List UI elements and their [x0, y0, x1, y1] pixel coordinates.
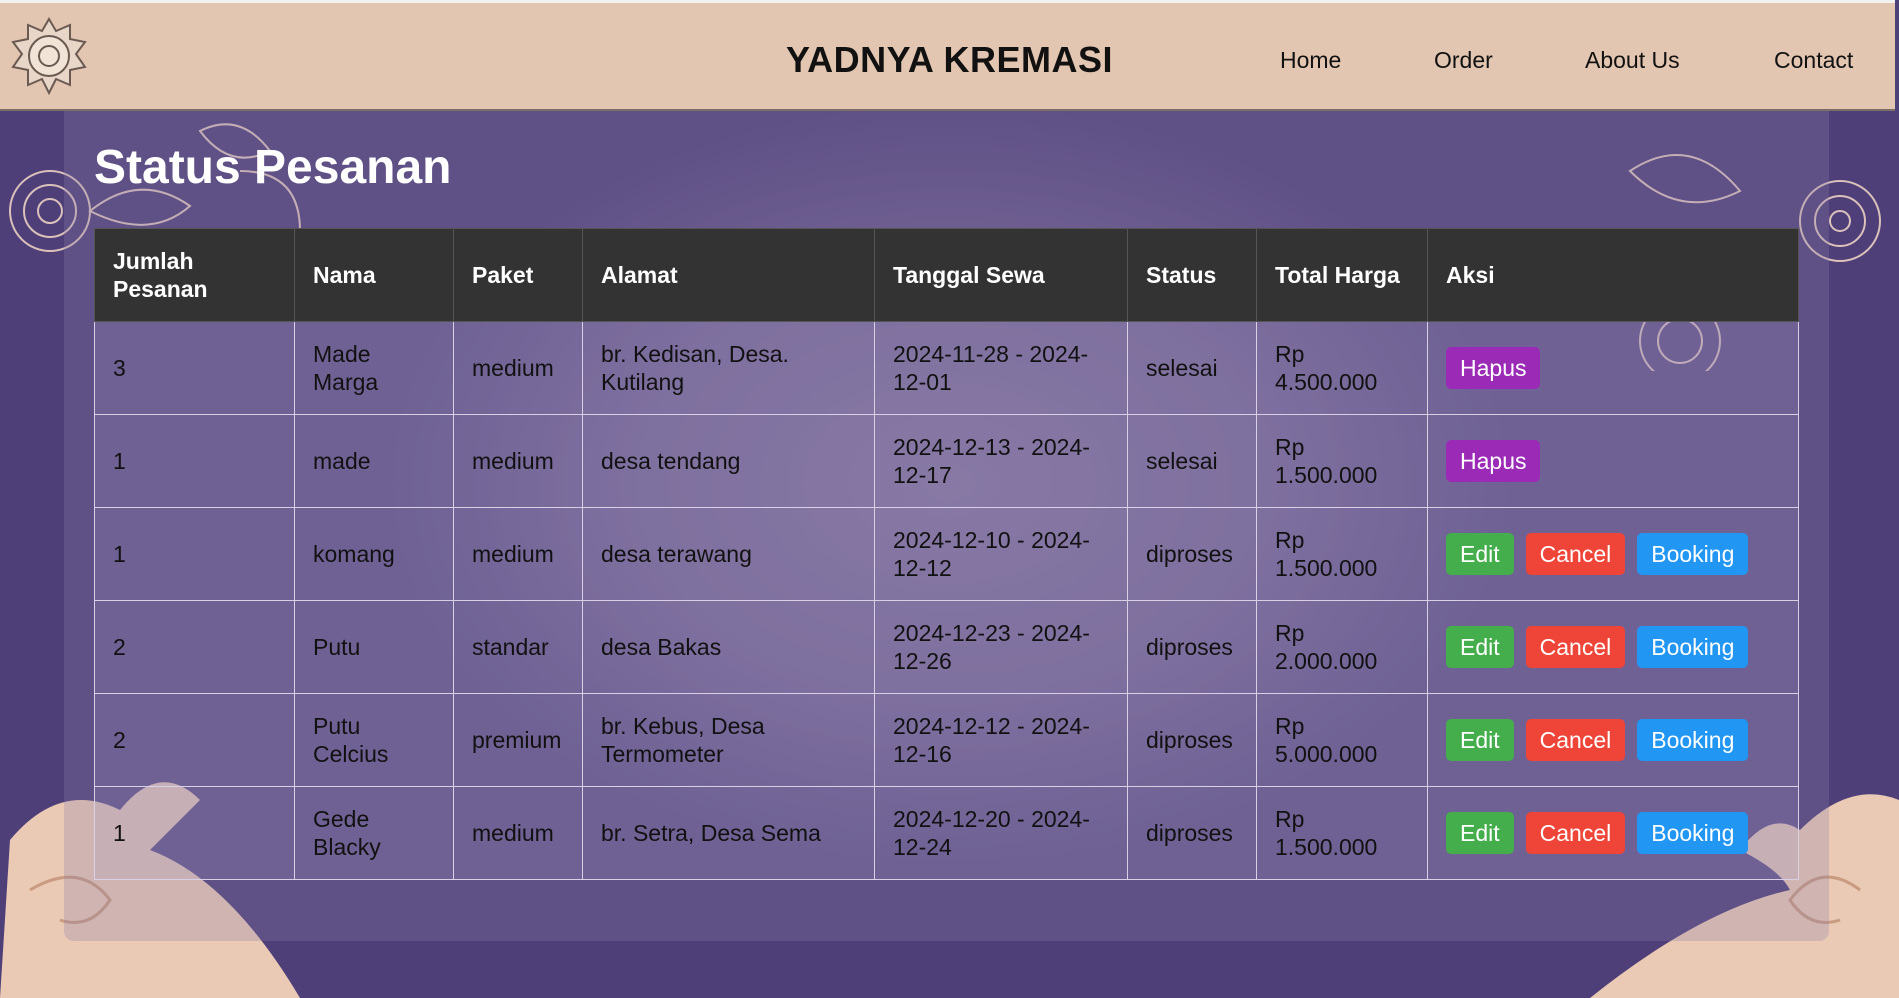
cell-paket: premium — [453, 693, 583, 787]
page-title: Status Pesanan — [94, 141, 452, 194]
cell-nama: Putu — [294, 600, 454, 694]
cell-status: selesai — [1127, 321, 1257, 415]
booking-button[interactable]: Booking — [1637, 719, 1749, 761]
table-row: 1 komang medium desa terawang 2024-12-10 - 2… — [94, 507, 1799, 601]
cell-aksi: Edit Cancel Booking — [1427, 600, 1799, 694]
nav-contact[interactable]: Contact — [1774, 47, 1853, 74]
cell-nama: Putu Celcius — [294, 693, 454, 787]
cell-total: Rp 5.000.000 — [1256, 693, 1428, 787]
col-paket: Paket — [453, 228, 583, 322]
edit-button[interactable]: Edit — [1446, 719, 1514, 761]
cell-total: Rp 1.500.000 — [1256, 507, 1428, 601]
cell-aksi: Edit Cancel Booking — [1427, 786, 1799, 880]
cell-total: Rp 1.500.000 — [1256, 786, 1428, 880]
cell-alamat: br. Setra, Desa Sema — [582, 786, 875, 880]
cell-aksi: Edit Cancel Booking — [1427, 693, 1799, 787]
edit-button[interactable]: Edit — [1446, 533, 1514, 575]
cell-tanggal: 2024-11-28 - 2024-12-01 — [874, 321, 1128, 415]
col-status: Status — [1127, 228, 1257, 322]
cell-paket: medium — [453, 507, 583, 601]
table-header-row: Jumlah Pesanan Nama Paket Alamat Tanggal… — [94, 228, 1799, 322]
cancel-button[interactable]: Cancel — [1525, 812, 1626, 854]
cell-tanggal: 2024-12-23 - 2024-12-26 — [874, 600, 1128, 694]
nav-order[interactable]: Order — [1434, 47, 1493, 74]
cell-status: selesai — [1127, 414, 1257, 508]
table-row: 1 Gede Blacky medium br. Setra, Desa Sema 20… — [94, 786, 1799, 880]
cell-alamat: desa tendang — [582, 414, 875, 508]
cell-tanggal: 2024-12-20 - 2024-12-24 — [874, 786, 1128, 880]
cell-alamat: desa terawang — [582, 507, 875, 601]
cell-status: diproses — [1127, 693, 1257, 787]
cell-status: diproses — [1127, 507, 1257, 601]
hapus-button[interactable]: Hapus — [1446, 347, 1541, 389]
cell-tanggal: 2024-12-12 - 2024-12-16 — [874, 693, 1128, 787]
col-alamat: Alamat — [582, 228, 875, 322]
cell-total: Rp 4.500.000 — [1256, 321, 1428, 415]
cell-paket: medium — [453, 414, 583, 508]
cell-nama: Gede Blacky — [294, 786, 454, 880]
cell-paket: medium — [453, 786, 583, 880]
cell-status: diproses — [1127, 600, 1257, 694]
booking-button[interactable]: Booking — [1637, 812, 1749, 854]
col-nama: Nama — [294, 228, 454, 322]
cell-aksi: Hapus — [1427, 414, 1799, 508]
col-aksi: Aksi — [1427, 228, 1799, 322]
cell-aksi: Hapus — [1427, 321, 1799, 415]
cell-tanggal: 2024-12-10 - 2024-12-12 — [874, 507, 1128, 601]
cell-nama: made — [294, 414, 454, 508]
cell-jumlah: 1 — [94, 414, 295, 508]
table-row: 1 made medium desa tendang 2024-12-13 - 2024… — [94, 414, 1799, 508]
cell-jumlah: 1 — [94, 507, 295, 601]
cell-jumlah: 3 — [94, 321, 295, 415]
edit-button[interactable]: Edit — [1446, 812, 1514, 854]
cell-jumlah: 2 — [94, 693, 295, 787]
cancel-button[interactable]: Cancel — [1525, 626, 1626, 668]
cell-nama: komang — [294, 507, 454, 601]
cell-alamat: br. Kebus, Desa Termometer — [582, 693, 875, 787]
cancel-button[interactable]: Cancel — [1525, 533, 1626, 575]
cell-alamat: desa Bakas — [582, 600, 875, 694]
booking-button[interactable]: Booking — [1637, 626, 1749, 668]
nav-home[interactable]: Home — [1280, 47, 1341, 74]
cell-aksi: Edit Cancel Booking — [1427, 507, 1799, 601]
cell-jumlah: 2 — [94, 600, 295, 694]
col-total-harga: Total Harga — [1256, 228, 1428, 322]
cell-paket: medium — [453, 321, 583, 415]
cell-total: Rp 1.500.000 — [1256, 414, 1428, 508]
table-row: 2 Putu standar desa Bakas 2024-12-23 - 2024-… — [94, 600, 1799, 694]
nav-about-us[interactable]: About Us — [1585, 47, 1680, 74]
table-row: 3 Made Marga medium br. Kedisan, Desa. Kuti… — [94, 321, 1799, 415]
cell-paket: standar — [453, 600, 583, 694]
cell-alamat: br. Kedisan, Desa. Kutilang — [582, 321, 875, 415]
cell-total: Rp 2.000.000 — [1256, 600, 1428, 694]
col-tanggal-sewa: Tanggal Sewa — [874, 228, 1128, 322]
cell-status: diproses — [1127, 786, 1257, 880]
cell-jumlah: 1 — [94, 786, 295, 880]
booking-button[interactable]: Booking — [1637, 533, 1749, 575]
col-jumlah-pesanan: Jumlah Pesanan — [94, 228, 295, 322]
top-navbar: YADNYA KREMASI Home Order About Us Conta… — [0, 0, 1895, 111]
table-row: 2 Putu Celcius premium br. Kebus, Desa Term… — [94, 693, 1799, 787]
edit-button[interactable]: Edit — [1446, 626, 1514, 668]
hapus-button[interactable]: Hapus — [1446, 440, 1541, 482]
cell-tanggal: 2024-12-13 - 2024-12-17 — [874, 414, 1128, 508]
cancel-button[interactable]: Cancel — [1525, 719, 1626, 761]
orders-table: Jumlah Pesanan Nama Paket Alamat Tanggal… — [94, 228, 1799, 880]
cell-nama: Made Marga — [294, 321, 454, 415]
